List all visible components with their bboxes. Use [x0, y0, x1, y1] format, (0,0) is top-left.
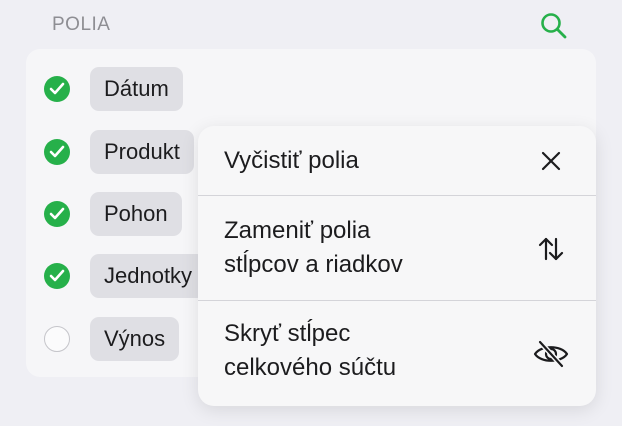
menu-item-hide-grand-total-column[interactable]: Skryť stĺpec celkového súčtu [198, 301, 596, 406]
menu-item-label: Skryť stĺpec celkového súčtu [224, 320, 397, 381]
field-chip[interactable]: Dátum [90, 67, 183, 111]
menu-item-clear-fields[interactable]: Vyčistiť polia [198, 126, 596, 196]
checkmark-checked-icon[interactable] [44, 263, 70, 289]
menu-item-swap-fields[interactable]: Zameniť polia stĺpcov a riadkov [198, 196, 596, 301]
close-icon [541, 151, 561, 171]
context-menu: Vyčistiť polia Zameniť polia stĺpcov a r… [198, 126, 596, 406]
checkmark-unchecked-icon[interactable] [44, 326, 70, 352]
menu-item-label: Zameniť polia stĺpcov a riadkov [224, 217, 403, 278]
checkmark-checked-icon[interactable] [44, 139, 70, 165]
menu-item-label: Vyčistiť polia [224, 147, 359, 174]
fields-section-title: POLIA [52, 14, 111, 35]
eye-slash-icon [533, 339, 569, 369]
field-chip[interactable]: Pohon [90, 192, 182, 236]
field-chip[interactable]: Výnos [90, 317, 180, 361]
swap-arrows-icon [538, 237, 564, 261]
checkmark-checked-icon[interactable] [44, 201, 70, 227]
search-button[interactable] [538, 10, 570, 42]
field-chip[interactable]: Jednotky [90, 254, 207, 298]
field-chip[interactable]: Produkt [90, 130, 194, 174]
checkmark-checked-icon[interactable] [44, 76, 70, 102]
search-icon [541, 13, 567, 39]
